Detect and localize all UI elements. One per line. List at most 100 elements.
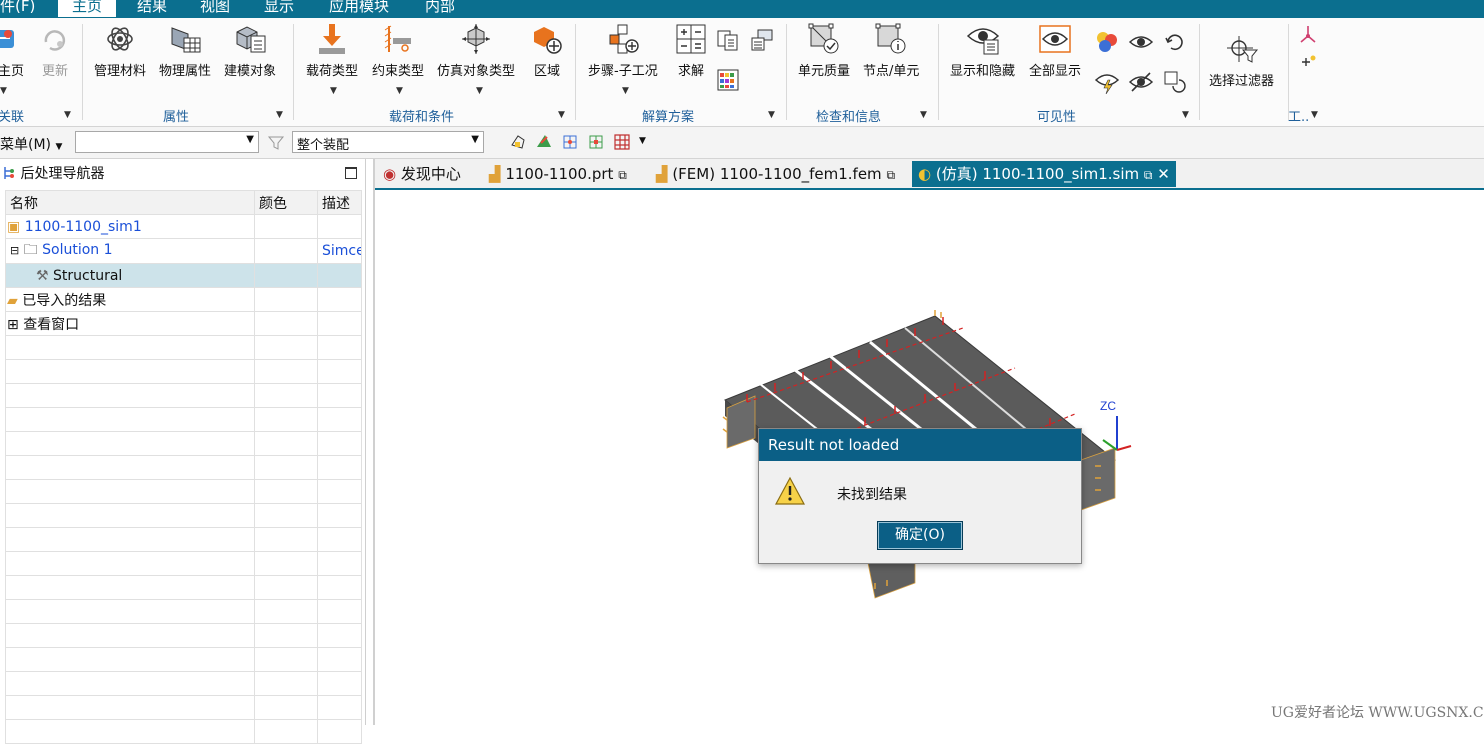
modeling-object-button[interactable]: 建模对象 — [224, 22, 276, 79]
watermark: UG爱好者论坛 WWW.UGSNX.COM — [1271, 705, 1484, 721]
load-type-button[interactable]: 载荷类型 — [306, 22, 358, 79]
maximize-icon[interactable] — [345, 167, 357, 179]
sim-file-icon: ▣ — [7, 218, 21, 235]
color-display-icon[interactable] — [1095, 30, 1119, 54]
update-button[interactable]: 更新 — [38, 22, 72, 79]
chevron-down-icon[interactable]: ▼ — [1182, 110, 1189, 120]
tree-row-structural[interactable]: ⚒ Structural — [5, 263, 362, 288]
chevron-down-icon[interactable]: ▼ — [768, 110, 775, 120]
show-hide-eye-icon — [966, 28, 999, 55]
point-tool-icon[interactable] — [1296, 50, 1320, 74]
home-button[interactable]: 主页 — [0, 22, 28, 79]
warning-icon — [774, 476, 806, 505]
select-face-icon[interactable] — [535, 133, 553, 151]
select-node-icon[interactable] — [561, 133, 579, 151]
empty-row — [5, 359, 362, 384]
step-subcase-button[interactable]: 步骤-子工况 — [588, 22, 658, 79]
coordinate-triad — [1102, 416, 1132, 451]
solve-button[interactable]: 求解 — [674, 22, 708, 79]
type-filter-dropdown[interactable]: ▼ — [75, 131, 259, 153]
refresh-icon[interactable] — [1163, 30, 1187, 54]
region-button[interactable]: 区域 — [530, 22, 564, 79]
menu-internal[interactable]: 内部 — [425, 0, 455, 16]
chevron-down-icon[interactable]: ▼ — [276, 110, 283, 120]
chevron-down-icon[interactable]: ▼ — [920, 110, 927, 120]
select-polygon-icon[interactable] — [509, 133, 527, 151]
table-header-row: 名称 颜色 描述 — [5, 190, 362, 215]
tree-row-sim-file[interactable]: ▣ 1100-1100_sim1 — [5, 214, 362, 239]
menu-display[interactable]: 显示 — [264, 0, 294, 16]
chevron-down-icon[interactable]: ▼ — [330, 86, 337, 96]
group-divider — [575, 24, 576, 120]
tab-discovery-center[interactable]: ◉ 发现中心 — [377, 161, 467, 187]
show-all-button[interactable]: 全部显示 — [1029, 22, 1081, 79]
menu-home[interactable]: 主页 — [58, 0, 117, 17]
node-element-button[interactable]: 节点/单元 — [863, 22, 919, 79]
chevron-down-icon[interactable]: ▼ — [396, 86, 403, 96]
results-table-icon[interactable] — [716, 68, 740, 92]
group-divider — [938, 24, 939, 120]
tab-part-file[interactable]: ▟ 1100-1100.prt ⧉ — [483, 161, 633, 187]
chevron-down-icon[interactable]: ▼ — [64, 110, 71, 120]
menu-view[interactable]: 视图 — [200, 0, 230, 16]
chevron-down-icon[interactable]: ▼ — [558, 110, 565, 120]
chevron-down-icon[interactable]: ▼ — [639, 136, 646, 146]
column-header-description[interactable]: 描述 — [317, 190, 362, 215]
home-link-icon — [0, 30, 14, 48]
column-header-name[interactable]: 名称 — [5, 190, 255, 215]
select-grid-icon[interactable] — [613, 133, 631, 151]
empty-row — [5, 575, 362, 600]
selection-toolbar: 菜单(M) ▼ ▼ 整个装配 ▼ ▼ — [0, 127, 1484, 159]
invert-visibility-icon[interactable] — [1163, 70, 1187, 94]
group-divider — [1199, 24, 1200, 120]
constraint-type-button[interactable]: 约束类型 — [372, 22, 424, 79]
copy-file-icon[interactable] — [716, 28, 740, 52]
select-filter-button[interactable]: 选择过滤器 — [1209, 32, 1274, 89]
close-icon[interactable]: ✕ — [1157, 165, 1170, 183]
chevron-down-icon[interactable]: ▼ — [622, 86, 629, 96]
tree-row-solution[interactable]: ⊟ 🗀 Solution 1 Simce — [5, 238, 362, 264]
selection-scope-dropdown[interactable]: 整个装配 ▼ — [292, 131, 484, 153]
solve-calculator-icon — [676, 24, 706, 54]
popout-icon[interactable]: ⧉ — [886, 168, 895, 182]
chevron-down-icon[interactable]: ▼ — [0, 86, 7, 96]
empty-row — [5, 551, 362, 576]
group-check-info-label: 检查和信息 — [816, 110, 882, 125]
tree-row-imported-results[interactable]: ▰ 已导入的结果 — [5, 287, 362, 312]
group-tools-label: 工.. — [1288, 110, 1310, 125]
hide-eye-lightning-icon[interactable] — [1095, 70, 1119, 94]
tab-sim-file[interactable]: ◐ (仿真) 1100-1100_sim1.sim ⧉ ✕ — [912, 161, 1176, 187]
tab-fem-file[interactable]: ▟ (FEM) 1100-1100_fem1.fem ⧉ — [650, 161, 901, 187]
menu-application[interactable]: 应用模块 — [329, 0, 389, 16]
empty-row — [5, 431, 362, 456]
element-quality-button[interactable]: 单元质量 — [798, 22, 850, 79]
menu-button[interactable]: 菜单(M) ▼ — [0, 134, 62, 154]
constraint-icon — [384, 25, 411, 52]
sim-object-type-button[interactable]: 仿真对象类型 — [437, 22, 515, 79]
ok-button[interactable]: 确定(O) — [877, 521, 963, 550]
ribbon: 主页 ▼ 更新 关联 ▼ 管理材料 物理属性 建模对象 属性 ▼ 载荷类型 ▼ … — [0, 18, 1484, 127]
select-element-icon[interactable] — [587, 133, 605, 151]
manage-material-button[interactable]: 管理材料 — [94, 22, 146, 79]
chevron-down-icon[interactable]: ▼ — [476, 86, 483, 96]
show-hide-button[interactable]: 显示和隐藏 — [950, 22, 1015, 79]
filter-funnel-icon[interactable] — [267, 134, 285, 152]
group-divider — [786, 24, 787, 120]
column-header-color[interactable]: 颜色 — [254, 190, 318, 215]
folder-icon: 🗀 — [23, 242, 38, 258]
empty-row — [5, 407, 362, 432]
popout-icon[interactable]: ⧉ — [618, 168, 627, 182]
physical-property-button[interactable]: 物理属性 — [159, 22, 211, 79]
monitor-icon[interactable] — [750, 28, 774, 52]
post-processing-navigator: 后处理导航器 名称 颜色 描述 ▣ 1100-1100_sim1 ⊟ 🗀 Sol… — [0, 159, 366, 744]
chevron-down-icon[interactable]: ▼ — [1311, 110, 1318, 120]
popout-icon[interactable]: ⧉ — [1144, 168, 1153, 182]
hide-eye-icon[interactable] — [1129, 70, 1153, 94]
eye-icon[interactable] — [1129, 30, 1153, 54]
tree-row-viewports[interactable]: ⊞ 查看窗口 — [5, 311, 362, 336]
menu-results[interactable]: 结果 — [137, 0, 167, 16]
empty-row — [5, 719, 362, 744]
csys-tool-icon[interactable] — [1296, 22, 1320, 46]
collapse-toggle-icon[interactable]: ⊟ — [10, 244, 19, 257]
menu-file[interactable]: 件(F) — [0, 0, 35, 16]
